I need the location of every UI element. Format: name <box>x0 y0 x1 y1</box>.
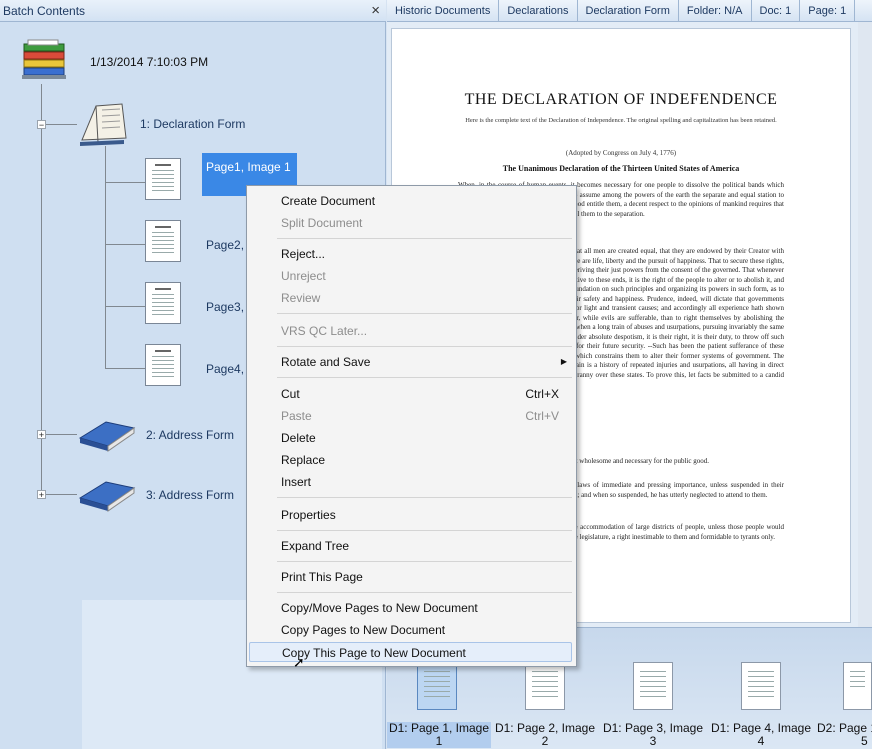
open-binder-icon <box>80 103 127 146</box>
mouse-pointer-icon: ➚ <box>293 654 305 670</box>
menu-separator <box>277 592 572 593</box>
batch-contents-header: Batch Contents × <box>0 0 386 22</box>
panel-title: Batch Contents <box>3 4 86 18</box>
close-icon[interactable]: × <box>371 2 380 19</box>
menu-item-insert[interactable]: Insert <box>281 472 571 492</box>
expand-toggle-icon[interactable]: + <box>37 430 46 440</box>
tree-line <box>105 368 145 369</box>
tree-line <box>105 244 145 245</box>
tab-doc[interactable]: Doc: 1 <box>752 0 801 21</box>
folder-label[interactable]: 2: Address Form <box>146 428 234 442</box>
page-thumbnail[interactable] <box>145 220 181 262</box>
menu-item-cut[interactable]: Cut Ctrl+X <box>281 384 571 404</box>
document-adopted: (Adopted by Congress on July 4, 1776) <box>565 149 677 157</box>
collapse-toggle-icon[interactable]: − <box>37 120 46 130</box>
tab-historic-documents[interactable]: Historic Documents <box>387 0 500 21</box>
tree-line <box>41 124 77 125</box>
strip-thumbnail-label[interactable]: D1: Page 4, Image 4 <box>709 722 813 748</box>
menu-separator <box>277 313 572 314</box>
batch-label[interactable]: 1/13/2014 7:10:03 PM <box>90 55 208 69</box>
menu-item-print-this-page[interactable]: Print This Page <box>281 567 571 587</box>
menu-item-delete[interactable]: Delete <box>281 428 571 448</box>
menu-item-replace[interactable]: Replace <box>281 450 571 470</box>
tab-declaration-form[interactable]: Declaration Form <box>578 0 679 21</box>
submenu-arrow-icon: ▶ <box>560 357 567 366</box>
tab-folder[interactable]: Folder: N/A <box>679 0 752 21</box>
strip-thumbnail-label[interactable]: D2: Page 15 <box>817 722 872 748</box>
shortcut-text: Ctrl+X <box>525 387 559 401</box>
strip-thumbnail[interactable] <box>525 662 565 710</box>
tree-line <box>105 306 145 307</box>
page-label[interactable]: Page2, <box>206 238 244 252</box>
menu-item-reject[interactable]: Reject... <box>281 244 571 264</box>
page-thumbnail[interactable] <box>145 158 181 200</box>
batch-tray-icon <box>22 39 66 79</box>
tree-line <box>41 494 77 495</box>
menu-separator <box>277 530 572 531</box>
closed-binder-icon <box>78 421 136 452</box>
context-menu: Create Document Split Document Reject...… <box>246 185 577 670</box>
strip-thumbnail-label[interactable]: D1: Page 1, Image 1 <box>387 722 491 748</box>
menu-item-paste: Paste Ctrl+V <box>281 406 571 426</box>
menu-item-expand-tree[interactable]: Expand Tree <box>281 536 571 556</box>
strip-thumbnail[interactable] <box>633 662 673 710</box>
menu-separator <box>277 561 572 562</box>
menu-item-rotate-and-save[interactable]: Rotate and Save ▶ <box>281 352 571 372</box>
tree-line <box>105 182 145 183</box>
menu-separator <box>277 377 572 378</box>
breadcrumb-tabbar: Historic Documents Declarations Declaratio… <box>387 0 872 22</box>
folder-label[interactable]: 1: Declaration Form <box>140 117 245 131</box>
tree-line <box>105 146 106 368</box>
shortcut-text: Ctrl+V <box>525 409 559 423</box>
menu-item-unreject: Unreject <box>281 269 326 283</box>
strip-thumbnail-label[interactable]: D1: Page 2, Image 2 <box>493 722 597 748</box>
folder-label[interactable]: 3: Address Form <box>146 488 234 502</box>
menu-item-vrs-qc-later: VRS QC Later... <box>281 324 368 338</box>
menu-item-split-document: Split Document <box>281 216 363 230</box>
strip-thumbnail[interactable] <box>417 662 457 710</box>
menu-item-create-document[interactable]: Create Document <box>281 191 571 211</box>
strip-thumbnail[interactable] <box>843 662 872 710</box>
page-label[interactable]: Page4, <box>206 362 244 376</box>
menu-item-properties[interactable]: Properties <box>281 505 571 525</box>
menu-item-review: Review <box>281 291 321 305</box>
menu-item-copy-pages[interactable]: Copy Pages to New Document <box>281 620 571 640</box>
menu-separator <box>277 238 572 239</box>
menu-item-copy-move-pages[interactable]: Copy/Move Pages to New Document <box>281 598 571 618</box>
tab-page[interactable]: Page: 1 <box>800 0 856 21</box>
document-heading: The Unanimous Declaration of the Thirtee… <box>502 164 740 173</box>
page-label[interactable]: Page3, <box>206 300 244 314</box>
tab-declarations[interactable]: Declarations <box>499 0 578 21</box>
menu-separator <box>277 346 572 347</box>
document-scrollbar[interactable] <box>858 22 872 627</box>
expand-toggle-icon[interactable]: + <box>37 490 46 500</box>
tree-line <box>41 434 77 435</box>
strip-thumbnail-label[interactable]: D1: Page 3, Image 3 <box>601 722 705 748</box>
page-thumbnail[interactable] <box>145 282 181 324</box>
strip-thumbnail[interactable] <box>741 662 781 710</box>
document-title: THE DECLARATION OF INDEFENDENCE <box>464 91 778 108</box>
document-intro: Here is the complete text of the Declara… <box>465 117 777 124</box>
closed-binder-icon <box>78 481 136 512</box>
page-thumbnail[interactable] <box>145 344 181 386</box>
menu-separator <box>277 497 572 498</box>
